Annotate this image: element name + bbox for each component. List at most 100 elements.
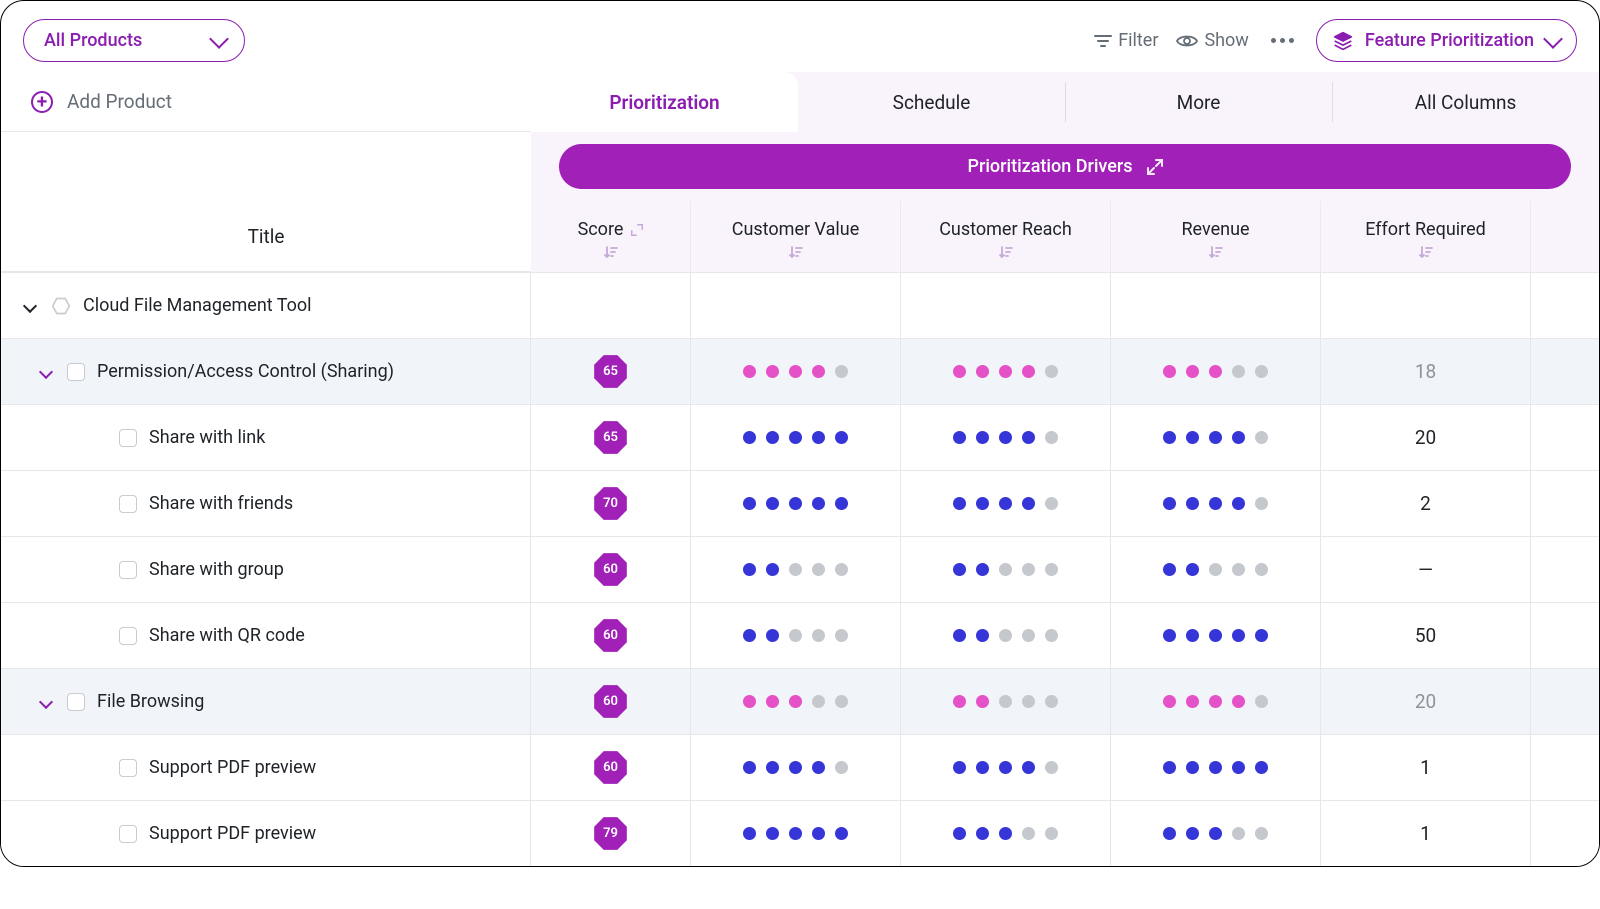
driver-rating[interactable] (953, 695, 1058, 708)
column-header-title[interactable]: Title (1, 201, 531, 272)
chevron-down-icon (209, 29, 229, 49)
driver-rating[interactable] (1163, 629, 1268, 642)
row-title: Cloud File Management Tool (83, 295, 312, 316)
effort-value[interactable]: 50 (1321, 603, 1531, 668)
driver-rating[interactable] (953, 563, 1058, 576)
column-header-score[interactable]: Score (531, 201, 691, 272)
row-title: Support PDF preview (149, 823, 316, 844)
driver-rating[interactable] (743, 761, 848, 774)
view-selector[interactable]: Feature Prioritization (1316, 19, 1577, 62)
effort-value[interactable]: 1 (1321, 801, 1531, 866)
tab-more[interactable]: More (1065, 72, 1332, 132)
driver-rating[interactable] (743, 629, 848, 642)
driver-rating[interactable] (1163, 431, 1268, 444)
column-header-revenue[interactable]: Revenue (1111, 201, 1321, 272)
plus-circle-icon: + (31, 91, 53, 113)
expand-icon (1147, 159, 1163, 175)
view-selector-label: Feature Prioritization (1365, 30, 1534, 51)
row-checkbox[interactable] (119, 495, 137, 513)
row-title: File Browsing (97, 691, 204, 712)
sort-icon (789, 246, 803, 258)
effort-value[interactable]: 20 (1321, 669, 1531, 734)
product-selector[interactable]: All Products (23, 19, 245, 62)
score-badge: 60 (594, 751, 628, 785)
chevron-down-icon[interactable] (39, 364, 53, 378)
score-badge: 65 (594, 421, 628, 455)
sort-icon (999, 246, 1013, 258)
row-checkbox[interactable] (119, 759, 137, 777)
score-badge: 79 (594, 817, 628, 851)
driver-rating[interactable] (743, 695, 848, 708)
row-title: Share with group (149, 559, 284, 580)
tab-prioritization[interactable]: Prioritization (531, 72, 798, 132)
row-title: Permission/Access Control (Sharing) (97, 361, 394, 382)
driver-rating[interactable] (953, 497, 1058, 510)
table-row: Share with QR code 60 50 (1, 602, 1599, 668)
row-title: Support PDF preview (149, 757, 316, 778)
driver-rating[interactable] (743, 563, 848, 576)
score-badge: 60 (594, 619, 628, 653)
filter-button[interactable]: Filter (1094, 30, 1158, 51)
effort-value[interactable]: 1 (1321, 735, 1531, 800)
effort-value[interactable]: 18 (1321, 339, 1531, 404)
tab-schedule[interactable]: Schedule (798, 72, 1065, 132)
row-title: Share with QR code (149, 625, 305, 646)
driver-rating[interactable] (1163, 497, 1268, 510)
more-menu-button[interactable] (1267, 38, 1298, 43)
table-row: Cloud File Management Tool (1, 272, 1599, 338)
chevron-down-icon[interactable] (23, 298, 37, 312)
row-checkbox[interactable] (119, 627, 137, 645)
driver-rating[interactable] (953, 761, 1058, 774)
layers-icon (1333, 31, 1353, 51)
chevron-down-icon[interactable] (39, 694, 53, 708)
table-row: Share with link 65 20 (1, 404, 1599, 470)
driver-rating[interactable] (1163, 365, 1268, 378)
row-title: Share with link (149, 427, 265, 448)
row-checkbox[interactable] (119, 561, 137, 579)
table-row: Support PDF preview 60 1 (1, 734, 1599, 800)
add-product-button[interactable]: + Add Product (1, 72, 531, 132)
column-header-effort[interactable]: Effort Required (1321, 201, 1531, 272)
table-row: Support PDF preview 79 1 (1, 800, 1599, 866)
effort-value[interactable]: 2 (1321, 471, 1531, 536)
row-title: Share with friends (149, 493, 293, 514)
column-header-customer-reach[interactable]: Customer Reach (901, 201, 1111, 272)
table-row: Share with group 60 — (1, 536, 1599, 602)
driver-rating[interactable] (953, 827, 1058, 840)
score-badge: 70 (594, 487, 628, 521)
eye-icon (1176, 33, 1198, 49)
filter-icon (1094, 34, 1112, 48)
chevron-down-icon (1543, 29, 1563, 49)
sort-icon (604, 246, 618, 258)
driver-rating[interactable] (743, 431, 848, 444)
driver-rating[interactable] (953, 629, 1058, 642)
row-checkbox[interactable] (119, 429, 137, 447)
driver-rating[interactable] (743, 497, 848, 510)
row-checkbox[interactable] (67, 363, 85, 381)
score-badge: 60 (594, 685, 628, 719)
driver-rating[interactable] (1163, 563, 1268, 576)
sort-icon (1419, 246, 1433, 258)
driver-rating[interactable] (1163, 827, 1268, 840)
effort-value[interactable]: 20 (1321, 405, 1531, 470)
show-button[interactable]: Show (1176, 30, 1248, 51)
row-checkbox[interactable] (119, 825, 137, 843)
driver-rating[interactable] (1163, 761, 1268, 774)
driver-rating[interactable] (953, 365, 1058, 378)
table-row: Permission/Access Control (Sharing) 65 18 (1, 338, 1599, 404)
score-badge: 60 (594, 553, 628, 587)
driver-rating[interactable] (953, 431, 1058, 444)
driver-rating[interactable] (1163, 695, 1268, 708)
driver-rating[interactable] (743, 827, 848, 840)
effort-value[interactable]: — (1321, 537, 1531, 602)
table-row: File Browsing 60 20 (1, 668, 1599, 734)
tab-all-columns[interactable]: All Columns (1332, 72, 1599, 132)
score-badge: 65 (594, 355, 628, 389)
hexagon-icon (51, 296, 71, 316)
table-row: Share with friends 70 2 (1, 470, 1599, 536)
expand-icon (631, 224, 643, 236)
column-header-customer-value[interactable]: Customer Value (691, 201, 901, 272)
prioritization-drivers-button[interactable]: Prioritization Drivers (559, 144, 1571, 189)
row-checkbox[interactable] (67, 693, 85, 711)
driver-rating[interactable] (743, 365, 848, 378)
